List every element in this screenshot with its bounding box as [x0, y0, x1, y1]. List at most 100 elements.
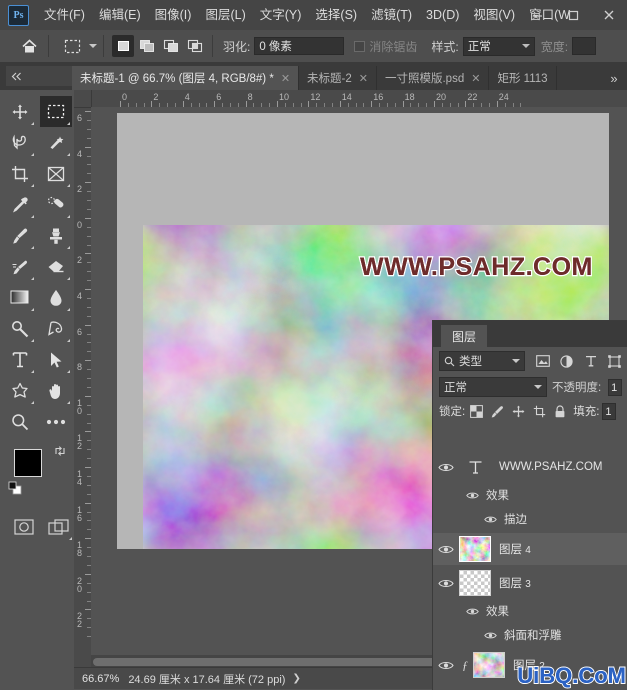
feather-input[interactable]: 0 像素 [254, 37, 345, 55]
layer-effect-item[interactable]: 斜面和浮雕 [433, 623, 627, 647]
layer-thumbnail[interactable] [473, 652, 505, 678]
effect-name: 斜面和浮雕 [504, 630, 562, 642]
menu-type[interactable]: 文字(Y) [253, 0, 309, 30]
menu-view[interactable]: 视图(V) [466, 0, 522, 30]
lock-artboard-icon[interactable] [532, 404, 546, 418]
menu-3d[interactable]: 3D(D) [419, 0, 466, 30]
dodge-tool[interactable] [4, 313, 36, 344]
clone-stamp-tool[interactable] [40, 220, 72, 251]
effects-visibility-toggle[interactable] [463, 491, 481, 500]
close-icon[interactable]: ✕ [359, 72, 368, 85]
close-icon[interactable]: ✕ [471, 72, 480, 85]
horizontal-ruler[interactable]: 0 2 4 6 8 10 12 14 16 18 20 22 24 [74, 90, 627, 108]
layer-visibility-toggle[interactable] [433, 567, 459, 599]
add-to-selection-button[interactable] [136, 35, 158, 57]
hand-tool[interactable] [40, 375, 72, 406]
default-colors-icon[interactable] [8, 481, 22, 495]
layer-visibility-toggle[interactable] [433, 451, 459, 483]
crop-tool[interactable] [4, 158, 36, 189]
layer-row-text[interactable]: WWW.PSAHZ.COM [433, 451, 627, 483]
ruler-origin-box[interactable] [74, 90, 92, 108]
lock-image-pixels-icon[interactable] [490, 404, 504, 418]
tool-preset-picker[interactable] [61, 36, 97, 56]
blur-tool[interactable] [40, 282, 72, 313]
frame-tool[interactable] [40, 158, 72, 189]
lasso-tool[interactable] [4, 127, 36, 158]
document-tab-0[interactable]: 未标题-1 @ 66.7% (图层 4, RGB/8#) * ✕ [72, 66, 300, 90]
layer-name[interactable]: 图层 4 [499, 541, 531, 557]
shape-tool[interactable] [4, 375, 36, 406]
gradient-tool[interactable] [4, 282, 36, 313]
foreground-color-swatch[interactable] [14, 449, 42, 477]
status-expand-icon[interactable]: ❯ [292, 673, 300, 684]
filter-pixel-icon[interactable] [535, 354, 550, 369]
width-input[interactable] [572, 37, 597, 55]
menu-file[interactable]: 文件(F) [37, 0, 92, 30]
collapse-panels-button[interactable] [6, 66, 72, 86]
menu-image[interactable]: 图像(I) [148, 0, 199, 30]
antialias-checkbox[interactable]: 消除锯齿 [354, 38, 417, 55]
home-icon[interactable] [16, 33, 42, 59]
eraser-tool[interactable] [40, 251, 72, 282]
layer-name[interactable]: WWW.PSAHZ.COM [499, 461, 603, 473]
layer-effects-group[interactable]: 效果 [433, 599, 627, 623]
subtract-from-selection-button[interactable] [160, 35, 182, 57]
lock-transparent-pixels-icon[interactable] [469, 404, 483, 418]
maximize-button[interactable] [555, 0, 591, 30]
menu-layer[interactable]: 图层(L) [198, 0, 252, 30]
menu-edit[interactable]: 编辑(E) [92, 0, 148, 30]
minimize-button[interactable] [519, 0, 555, 30]
layers-list[interactable]: WWW.PSAHZ.COM 效果 描边 图层 4 图层 3 效果 斜面和浮雕 ƒ… [433, 451, 627, 690]
zoom-tool[interactable] [4, 406, 36, 437]
type-tool[interactable] [4, 344, 36, 375]
menu-select[interactable]: 选择(S) [308, 0, 364, 30]
effect-visibility-toggle[interactable] [481, 515, 499, 524]
path-selection-tool[interactable] [40, 344, 72, 375]
move-tool[interactable] [4, 96, 36, 127]
intersect-selection-button[interactable] [184, 35, 206, 57]
effects-visibility-toggle[interactable] [463, 607, 481, 616]
layer-name[interactable]: 图层 3 [499, 575, 531, 591]
layer-thumbnail[interactable] [459, 570, 491, 596]
lock-position-icon[interactable] [511, 404, 525, 418]
screen-mode-icon[interactable] [43, 511, 74, 542]
tab-layers[interactable]: 图层 [441, 325, 488, 347]
swap-colors-icon[interactable] [54, 445, 66, 457]
layer-filter-type-select[interactable]: 类型 [439, 351, 525, 371]
effect-visibility-toggle[interactable] [481, 631, 499, 640]
layer-visibility-toggle[interactable] [433, 649, 459, 681]
filter-adjustment-icon[interactable] [559, 354, 574, 369]
menu-filter[interactable]: 滤镜(T) [364, 0, 419, 30]
close-icon[interactable]: ✕ [281, 72, 290, 85]
tab-overflow-button[interactable]: » [601, 66, 627, 90]
healing-brush-tool[interactable] [40, 189, 72, 220]
layer-visibility-toggle[interactable] [433, 533, 459, 565]
blend-mode-select[interactable]: 正常 [439, 377, 547, 397]
close-button[interactable] [591, 0, 627, 30]
document-tab-3[interactable]: 矩形 1113 [489, 66, 557, 90]
style-select[interactable]: 正常 [462, 36, 535, 56]
fill-input[interactable]: 1 [602, 402, 617, 420]
new-selection-button[interactable] [112, 35, 134, 57]
magic-wand-tool[interactable] [40, 127, 72, 158]
layer-thumbnail[interactable] [459, 536, 491, 562]
rectangular-marquee-tool[interactable] [40, 96, 72, 127]
filter-type-icon[interactable] [583, 354, 598, 369]
layer-row-4[interactable]: 图层 4 [433, 533, 627, 565]
filter-shape-icon[interactable] [607, 354, 622, 369]
vertical-ruler[interactable]: 6 4 2 0 2 4 6 8 10 12 14 16 18 20 22 [74, 107, 92, 672]
document-tab-1[interactable]: 未标题-2 ✕ [299, 66, 377, 90]
brush-tool[interactable] [4, 220, 36, 251]
eyedropper-tool[interactable] [4, 189, 36, 220]
layer-effect-item[interactable]: 描边 [433, 507, 627, 531]
more-tools-button[interactable] [40, 406, 72, 437]
history-brush-tool[interactable] [4, 251, 36, 282]
quick-mask-icon[interactable] [8, 511, 39, 542]
layer-row-3[interactable]: 图层 3 [433, 567, 627, 599]
zoom-level[interactable]: 66.67% [82, 673, 119, 685]
document-tab-2[interactable]: 一寸照模版.psd ✕ [376, 66, 490, 90]
opacity-input[interactable]: 1 [608, 378, 622, 396]
pen-tool[interactable] [40, 313, 72, 344]
layer-effects-group[interactable]: 效果 [433, 483, 627, 507]
lock-all-icon[interactable] [553, 404, 567, 418]
